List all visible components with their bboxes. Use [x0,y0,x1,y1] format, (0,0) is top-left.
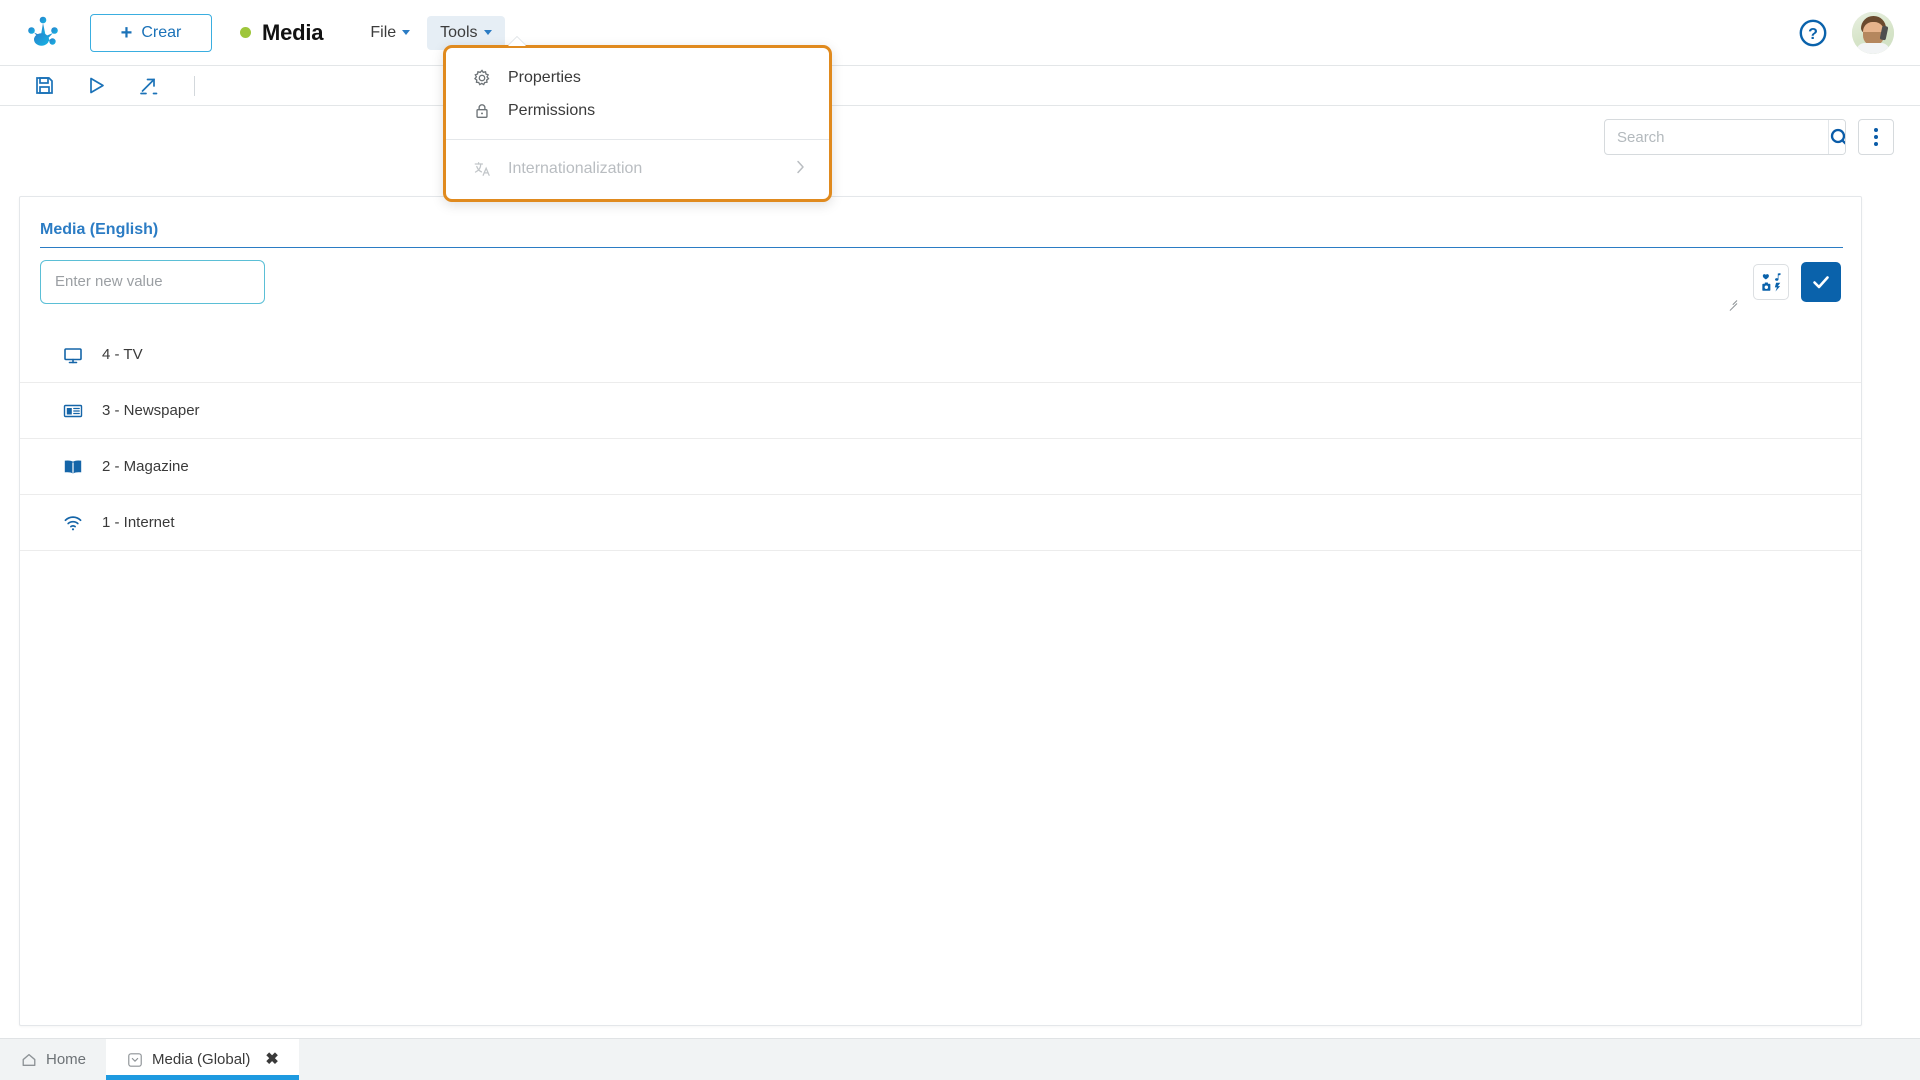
list-item[interactable]: 2 - Magazine [20,439,1861,495]
list-item-label: 3 - Newspaper [102,402,200,419]
lock-icon [472,101,491,120]
search-row [0,106,1920,168]
gear-icon [472,68,491,87]
plus-icon: + [121,23,133,43]
translate-icon [472,159,491,178]
preview-external-link-icon[interactable] [136,74,160,98]
toolbar-divider [194,76,195,96]
search-input[interactable] [1605,120,1828,154]
menu-tools-label: Tools [440,24,477,42]
list-item-label: 4 - TV [102,346,143,363]
publish-play-icon[interactable] [84,74,108,98]
close-icon[interactable]: ✖ [265,1052,278,1068]
top-bar: + Crear Media File Tools ? [0,0,1920,66]
vertical-dots-icon[interactable] [1858,119,1894,155]
newspaper-icon [62,400,84,422]
save-icon[interactable] [32,74,56,98]
menu-divider [446,139,829,140]
menu-item-permissions[interactable]: Permissions [446,94,829,127]
menu-item-properties-label: Properties [508,69,805,87]
home-icon [20,1051,37,1068]
value-input-wrapper [40,260,1741,309]
tv-monitor-icon [62,344,84,366]
bottom-tab-home[interactable]: Home [0,1039,106,1080]
menu-item-properties[interactable]: Properties [446,61,829,94]
top-bar-right: ? [1798,12,1920,54]
value-list: 4 - TV 3 - Newspaper 2 - Magazine [20,327,1861,551]
dropdown-box-icon [126,1051,143,1068]
value-input-row [20,248,1861,309]
status-dot [240,27,251,38]
bottom-tab-bar: Home Media (Global) ✖ [0,1038,1920,1080]
action-toolbar [0,66,1920,106]
frog-footprint-logo[interactable] [22,12,64,54]
open-book-icon [62,456,84,478]
wifi-icon [62,512,84,534]
chevron-right-icon [796,160,805,177]
menu-item-internationalization: Internationalization [446,152,829,185]
menu-file[interactable]: File [357,16,423,50]
document-title-group: Media [240,20,323,46]
media-picker-icon[interactable] [1753,264,1789,300]
create-button[interactable]: + Crear [90,14,212,52]
list-item-label: 2 - Magazine [102,458,189,475]
list-item[interactable]: 1 - Internet [20,495,1861,551]
list-item-label: 1 - Internet [102,514,175,531]
bottom-tab-media-global[interactable]: Media (Global) ✖ [106,1039,299,1080]
chevron-down-icon [402,30,410,35]
list-item[interactable]: 3 - Newspaper [20,383,1861,439]
list-item[interactable]: 4 - TV [20,327,1861,383]
chevron-down-icon [484,30,492,35]
resize-handle-icon[interactable] [1727,295,1737,305]
create-button-label: Crear [141,24,181,42]
svg-text:?: ? [1808,26,1818,43]
bottom-tab-home-label: Home [46,1051,86,1068]
tools-dropdown-menu: Properties Permissions Internationalizat… [443,45,832,202]
search-box [1604,119,1846,155]
menu-file-label: File [370,24,396,42]
confirm-button[interactable] [1801,262,1841,302]
page-title: Media [262,20,323,46]
bottom-tab-media-global-label: Media (Global) [152,1051,250,1068]
menu-item-permissions-label: Permissions [508,102,805,120]
new-value-input[interactable] [40,260,265,304]
question-circle-icon[interactable]: ? [1798,18,1828,48]
content-panel: Media (English) [19,196,1862,1026]
field-label: Media (English) [20,197,1861,247]
menu-item-internationalization-label: Internationalization [508,160,779,178]
avatar[interactable] [1852,12,1894,54]
magnifier-icon[interactable] [1828,120,1846,154]
